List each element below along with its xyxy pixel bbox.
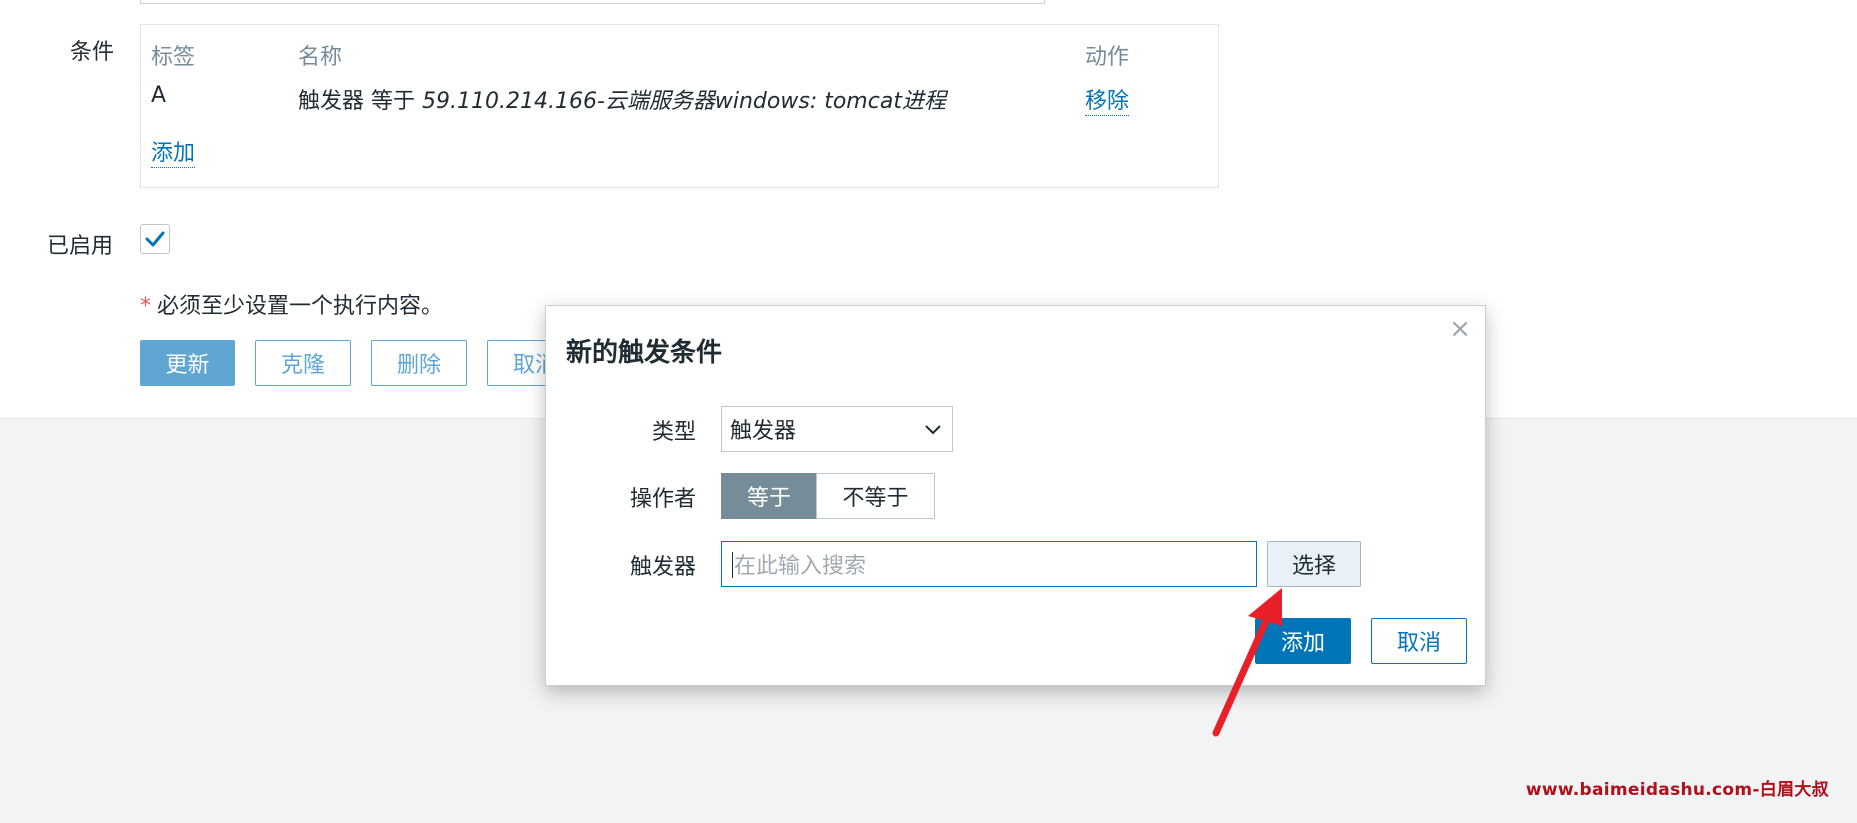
column-header-action: 动作 bbox=[1085, 45, 1130, 70]
operator-equals-option[interactable]: 等于 bbox=[721, 473, 817, 519]
operator-not-equals-option[interactable]: 不等于 bbox=[816, 473, 935, 519]
dialog-cancel-button[interactable]: 取消 bbox=[1371, 618, 1467, 664]
required-note-text: 必须至少设置一个执行内容。 bbox=[157, 294, 444, 319]
condition-row-name: 触发器 等于 59.110.214.166-云端服务器windows: tomc… bbox=[298, 83, 946, 115]
type-select-value: 触发器 bbox=[730, 419, 797, 444]
condition-row-label: A bbox=[151, 83, 167, 108]
add-condition-link[interactable]: 添加 bbox=[151, 135, 196, 168]
type-select[interactable]: 触发器 bbox=[721, 406, 953, 452]
type-label: 类型 bbox=[651, 420, 696, 445]
conditions-label: 条件 bbox=[70, 40, 115, 65]
top-input-edge bbox=[140, 0, 1045, 4]
update-button[interactable]: 更新 bbox=[140, 340, 235, 386]
enabled-label: 已启用 bbox=[47, 234, 114, 259]
operator-label: 操作者 bbox=[629, 487, 696, 512]
column-header-name: 名称 bbox=[298, 45, 343, 70]
close-icon[interactable]: × bbox=[1449, 316, 1471, 342]
condition-name-value: 59.110.214.166-云端服务器windows: tomcat进程 bbox=[422, 89, 946, 114]
chevron-down-icon bbox=[925, 425, 941, 435]
conditions-table: 标签 名称 动作 A 触发器 等于 59.110.214.166-云端服务器wi… bbox=[140, 24, 1219, 188]
enabled-checkbox[interactable] bbox=[140, 224, 170, 254]
trigger-search-input[interactable]: 在此输入搜索 bbox=[721, 541, 1257, 587]
required-star: * bbox=[140, 294, 151, 319]
dialog-add-button[interactable]: 添加 bbox=[1255, 618, 1351, 664]
delete-button[interactable]: 删除 bbox=[371, 340, 467, 386]
required-note: * 必须至少设置一个执行内容。 bbox=[140, 288, 443, 320]
trigger-label: 触发器 bbox=[629, 555, 696, 580]
watermark: www.baimeidashu.com-白眉大叔 bbox=[1525, 780, 1829, 800]
trigger-search-placeholder: 在此输入搜索 bbox=[734, 554, 867, 579]
condition-name-prefix: 触发器 等于 bbox=[298, 89, 422, 114]
new-trigger-condition-dialog: 新的触发条件 × 类型 触发器 操作者 等于 不等于 触发器 在此输入搜索 选择… bbox=[545, 305, 1486, 686]
clone-button[interactable]: 克隆 bbox=[255, 340, 351, 386]
column-header-label: 标签 bbox=[151, 45, 196, 70]
select-trigger-button[interactable]: 选择 bbox=[1267, 541, 1361, 587]
text-caret bbox=[732, 552, 733, 578]
check-icon bbox=[145, 231, 165, 247]
remove-condition-link[interactable]: 移除 bbox=[1085, 83, 1130, 116]
dialog-title: 新的触发条件 bbox=[566, 338, 723, 368]
